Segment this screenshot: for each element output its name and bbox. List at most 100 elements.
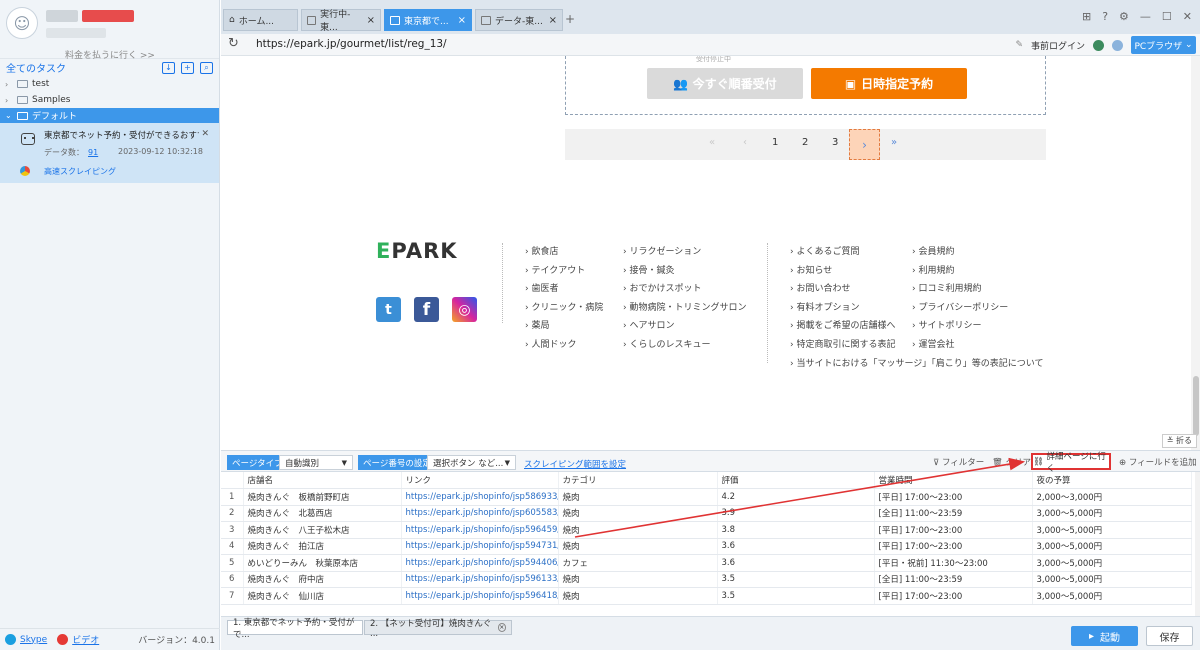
footer-link[interactable]: › 接骨・鍼灸 <box>623 263 746 282</box>
table-scrollbar[interactable] <box>1195 472 1200 616</box>
search-task-icon[interactable]: ⌕ <box>200 61 213 74</box>
close-tab-icon[interactable]: × <box>549 15 557 26</box>
bottom-tab-2[interactable]: 2. 【ネット受付可】焼肉きんぐ ... × <box>364 619 512 639</box>
page-1[interactable]: 1 <box>772 137 778 148</box>
cell-budget[interactable]: 3,000～5,000円 <box>1032 538 1192 555</box>
cell-budget[interactable]: 3,000～5,000円 <box>1032 554 1192 572</box>
close-window-icon[interactable]: ✕ <box>1183 10 1192 23</box>
next-page-button[interactable]: › <box>849 129 880 160</box>
scrape-range-link[interactable]: スクレイピング範囲を設定 <box>524 458 626 470</box>
cell-category[interactable]: 焼肉 <box>558 505 718 522</box>
cell-hours[interactable]: [平日] 17:00～23:00 <box>874 521 1033 539</box>
col-header-category[interactable]: カテゴリ <box>558 472 718 489</box>
footer-link[interactable]: › 薬局 <box>525 318 603 337</box>
cell-shop[interactable]: めいどりーみん 秋葉原本店 <box>243 554 402 572</box>
new-folder-icon[interactable]: + <box>181 61 194 74</box>
cell-rating[interactable]: 4.2 <box>717 488 875 506</box>
facebook-icon[interactable]: f <box>414 297 439 322</box>
close-tab-icon[interactable]: × <box>497 623 506 632</box>
last-page-icon[interactable]: » <box>891 137 897 148</box>
cell-budget[interactable]: 3,000～5,000円 <box>1032 521 1192 539</box>
minimize-icon[interactable]: — <box>1140 10 1151 23</box>
cell-rating[interactable]: 3.9 <box>717 505 875 522</box>
page-scrollbar[interactable] <box>1191 56 1200 450</box>
fold-button[interactable]: ≚ 折る <box>1161 434 1197 448</box>
extension-icon[interactable] <box>1093 39 1104 51</box>
col-header-shop[interactable]: 店舗名 <box>243 472 402 489</box>
cell-shop[interactable]: 焼肉きんぐ 府中店 <box>243 571 402 588</box>
filter-button[interactable]: ⊽ フィルター <box>933 456 984 468</box>
table-row[interactable]: 2 焼肉きんぐ 北葛西店 https://epark.jp/shopinfo/j… <box>221 505 1192 522</box>
footer-link[interactable]: › 会員規約 <box>912 244 1008 263</box>
footer-link[interactable]: › サイトポリシー <box>912 318 1008 337</box>
tree-item-test[interactable]: › test <box>0 76 219 92</box>
cell-hours[interactable]: [全日] 11:00～23:59 <box>874 505 1033 522</box>
scroll-thumb[interactable] <box>1193 376 1199 436</box>
close-icon[interactable]: ✕ <box>201 129 209 139</box>
table-row[interactable]: 3 焼肉きんぐ 八王子松木店 https://epark.jp/shopinfo… <box>221 521 1192 539</box>
edit-icon[interactable]: ✎ <box>1015 40 1023 50</box>
clear-button[interactable]: 🗑 クリア <box>992 456 1031 468</box>
page-3[interactable]: 3 <box>832 137 838 148</box>
new-tab-icon[interactable]: + <box>565 12 575 26</box>
help-icon[interactable]: ? <box>1102 10 1108 23</box>
cell-link[interactable]: https://epark.jp/shopinfo/jsp594731/ <box>401 538 559 555</box>
cell-shop[interactable]: 焼肉きんぐ 八王子松木店 <box>243 521 402 539</box>
cell-category[interactable]: 焼肉 <box>558 571 718 588</box>
import-icon[interactable]: ↓ <box>162 61 175 74</box>
tab-home[interactable]: ⌂ ホーム... <box>223 9 298 31</box>
cell-link[interactable]: https://epark.jp/shopinfo/jsp596418/ <box>401 587 559 605</box>
cell-budget[interactable]: 3,000～5,000円 <box>1032 571 1192 588</box>
first-page-icon[interactable]: « <box>709 137 715 148</box>
settings-icon[interactable]: ⚙ <box>1119 10 1129 23</box>
task-name[interactable]: 東京都でネット予約・受付ができるおすすめ... <box>44 129 199 141</box>
cell-category[interactable]: 焼肉 <box>558 521 718 539</box>
col-header-budget[interactable]: 夜の予算 <box>1032 472 1192 489</box>
skype-link[interactable]: Skype <box>20 635 47 645</box>
page-number-select[interactable]: 選択ボタン など... ▼ <box>427 455 516 470</box>
go-detail-page-button[interactable]: ⛓ 詳細ページに行く <box>1031 452 1111 474</box>
web-viewport[interactable]: 受付停止中 👥 今すぐ順番受付 ▣ 日時指定予約 « ‹ 1 2 3 › » EP… <box>221 56 1200 450</box>
table-row[interactable]: 6 焼肉きんぐ 府中店 https://epark.jp/shopinfo/js… <box>221 571 1192 588</box>
cell-category[interactable]: 焼肉 <box>558 538 718 555</box>
table-row[interactable]: 1 焼肉きんぐ 板橋前野町店 https://epark.jp/shopinfo… <box>221 488 1192 506</box>
footer-link[interactable]: › おでかけスポット <box>623 281 746 300</box>
chevron-right-icon[interactable]: › <box>5 80 13 89</box>
cell-link[interactable]: https://epark.jp/shopinfo/jsp586933/ <box>401 488 559 506</box>
cell-link[interactable]: https://epark.jp/shopinfo/jsp596459/ <box>401 521 559 539</box>
footer-link[interactable]: › 人間ドック <box>525 337 603 356</box>
cell-shop[interactable]: 焼肉きんぐ 拍江店 <box>243 538 402 555</box>
cell-budget[interactable]: 3,000～5,000円 <box>1032 505 1192 522</box>
cell-rating[interactable]: 3.8 <box>717 521 875 539</box>
footer-link[interactable]: › くらしのレスキュー <box>623 337 746 356</box>
footer-link[interactable]: › 動物病院・トリミングサロン <box>623 300 746 319</box>
all-tasks-label[interactable]: 全てのタスク <box>6 60 66 75</box>
tree-item-samples[interactable]: › Samples <box>0 92 219 108</box>
footer-link[interactable]: › 運営会社 <box>912 337 1008 356</box>
footer-link[interactable]: › テイクアウト <box>525 263 603 282</box>
url-field[interactable]: https://epark.jp/gourmet/list/reg_13/ <box>256 38 447 50</box>
footer-link[interactable]: › 利用規約 <box>912 263 1008 282</box>
tab-running[interactable]: 実行中-東... × <box>301 9 381 33</box>
col-header-rating[interactable]: 評価 <box>717 472 875 489</box>
reserve-button[interactable]: ▣ 日時指定予約 <box>811 68 967 99</box>
cell-hours[interactable]: [平日・祝前] 11:30～23:00 <box>874 554 1033 572</box>
reload-icon[interactable]: ↻ <box>228 36 239 51</box>
page-2[interactable]: 2 <box>802 137 808 148</box>
save-button[interactable]: 保存 <box>1146 626 1193 646</box>
footer-link[interactable]: › 口コミ利用規約 <box>912 281 1008 300</box>
cell-shop[interactable]: 焼肉きんぐ 板橋前野町店 <box>243 488 402 506</box>
cell-hours[interactable]: [平日] 17:00～23:00 <box>874 587 1033 605</box>
close-tab-icon[interactable]: × <box>367 15 375 26</box>
gift-icon[interactable]: ⊞ <box>1082 10 1091 23</box>
cell-hours[interactable]: [平日] 17:00～23:00 <box>874 538 1033 555</box>
cell-rating[interactable]: 3.6 <box>717 554 875 572</box>
footer-link[interactable]: › クリニック・病院 <box>525 300 603 319</box>
cell-budget[interactable]: 2,000～3,000円 <box>1032 488 1192 506</box>
task-card[interactable]: 東京都でネット予約・受付ができるおすすめ... ✕ データ数： 91 2023-0… <box>0 123 219 183</box>
cell-rating[interactable]: 3.5 <box>717 571 875 588</box>
avatar[interactable]: ☺ <box>6 7 38 39</box>
cell-hours[interactable]: [全日] 11:00～23:59 <box>874 571 1033 588</box>
queue-now-button[interactable]: 👥 今すぐ順番受付 <box>647 68 803 99</box>
table-row[interactable]: 4 焼肉きんぐ 拍江店 https://epark.jp/shopinfo/js… <box>221 538 1192 555</box>
